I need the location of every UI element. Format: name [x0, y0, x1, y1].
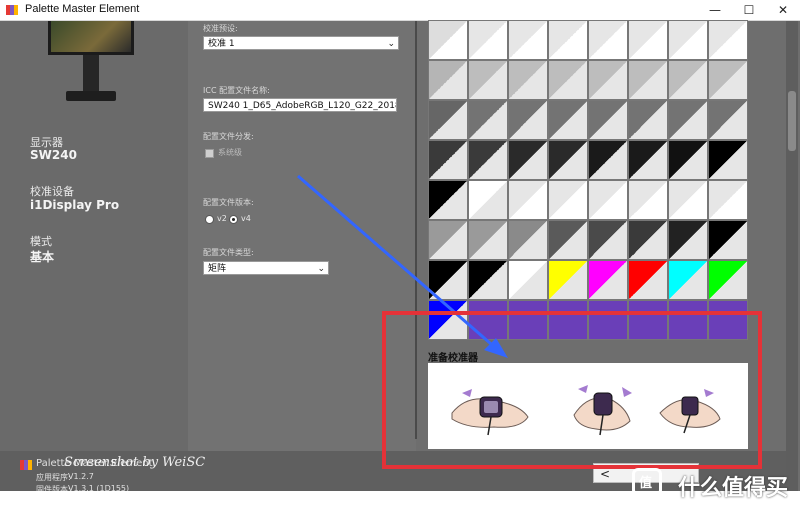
site-logo-icon: 值 — [632, 468, 662, 496]
screenshot-credit: Screenshot by WeiSC — [64, 455, 206, 470]
site-logo-text: 值 — [639, 476, 653, 491]
site-watermark: 什么值得买 — [678, 476, 789, 501]
highlight-box — [382, 311, 762, 469]
